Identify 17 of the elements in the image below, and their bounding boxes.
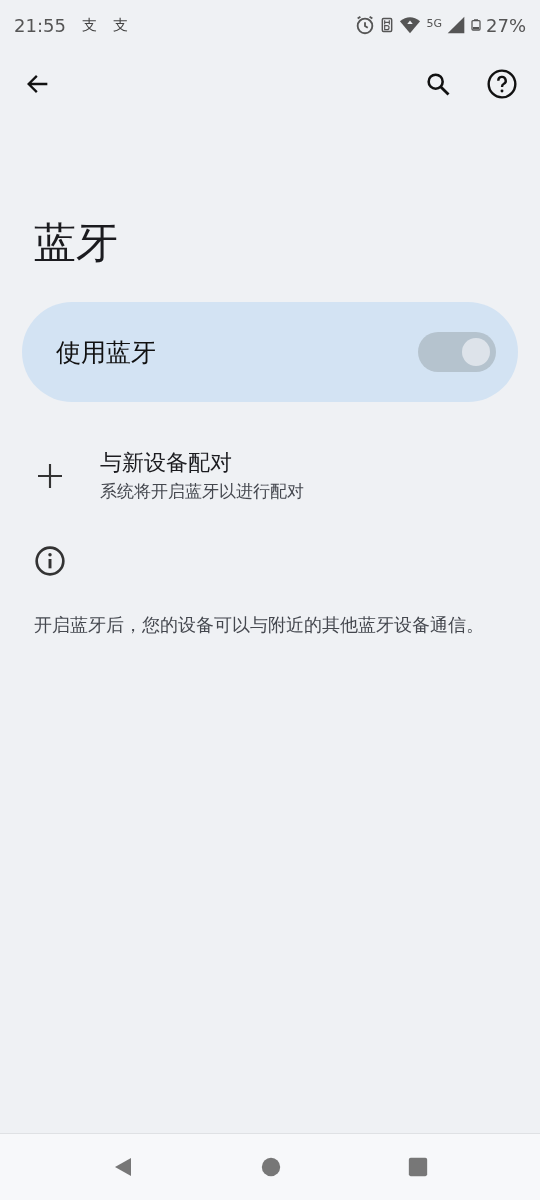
- info-text: 开启蓝牙后，您的设备可以与附近的其他蓝牙设备通信。: [34, 612, 484, 637]
- pair-title[interactable]: 与新设备配对: [100, 446, 304, 480]
- home-nav-icon[interactable]: [260, 1156, 282, 1178]
- network-label: 5G: [426, 15, 442, 32]
- recents-nav-icon[interactable]: [407, 1156, 430, 1178]
- page-title: 蓝牙: [34, 218, 119, 269]
- wifi-icon: [398, 14, 423, 36]
- notification-icon: 支: [81, 13, 97, 37]
- notification-icon: 支: [112, 13, 128, 37]
- info-icon: [34, 544, 66, 577]
- pair-subtitle: 系统将开启蓝牙以进行配对: [100, 480, 304, 504]
- switch-label: 使用蓝牙: [56, 336, 156, 369]
- help-icon: [486, 68, 518, 100]
- status-time: 21:55: [14, 13, 66, 38]
- search-icon: [424, 70, 452, 98]
- battery-percent: 27%: [486, 13, 526, 38]
- signal-icon: [446, 15, 466, 35]
